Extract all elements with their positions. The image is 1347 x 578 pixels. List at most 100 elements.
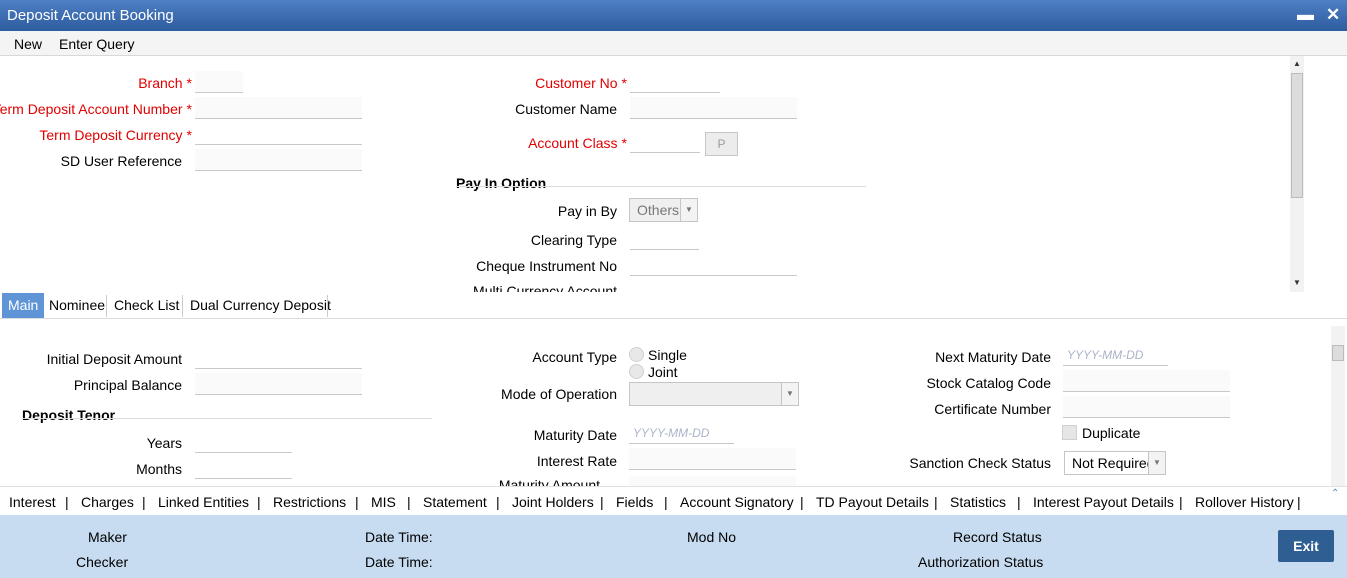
link-restrictions[interactable]: Restrictions <box>273 494 346 510</box>
link-separator: | <box>800 494 804 510</box>
clipped-row: Multi Currency Account <box>0 282 1290 292</box>
cheque-instrument-no-field[interactable] <box>630 254 797 276</box>
sanction-check-status-label: Sanction Check Status <box>909 455 1051 471</box>
initial-deposit-amount-field[interactable] <box>195 347 362 369</box>
customer-name-field[interactable] <box>630 97 797 119</box>
title-bar: Deposit Account Booking ▬ ✕ <box>0 0 1347 31</box>
tab-bar: Main Nominee Check List Dual Currency De… <box>0 293 1347 319</box>
mod-no-label: Mod No <box>687 529 737 545</box>
maker-date-time-label: Date Time: <box>365 529 433 545</box>
stock-catalog-code-field[interactable] <box>1063 370 1230 392</box>
account-class-field[interactable] <box>630 131 700 153</box>
link-statistics[interactable]: Statistics <box>950 494 1006 510</box>
scroll-thumb[interactable] <box>1332 345 1344 361</box>
link-joint-holders[interactable]: Joint Holders <box>512 494 594 510</box>
subsystem-links-bar: Interest | Charges | Linked Entities | R… <box>0 486 1347 515</box>
account-type-label: Account Type <box>532 349 617 365</box>
deposit-tenor-section: Deposit Tenor <box>22 407 116 423</box>
link-interest[interactable]: Interest <box>9 494 56 510</box>
link-separator: | <box>142 494 146 510</box>
tab-main[interactable]: Main <box>2 293 45 318</box>
maturity-amount-field[interactable] <box>629 476 796 486</box>
link-separator: | <box>257 494 261 510</box>
td-currency-field[interactable] <box>195 123 362 145</box>
years-field[interactable] <box>195 431 292 453</box>
link-fields[interactable]: Fields <box>616 494 653 510</box>
link-separator: | <box>1017 494 1021 510</box>
link-statement[interactable]: Statement <box>423 494 487 510</box>
tab-dual-currency-deposit[interactable]: Dual Currency Deposit <box>184 293 337 318</box>
joint-radio-label: Joint <box>648 364 678 380</box>
cheque-instrument-no-label: Cheque Instrument No <box>476 258 617 274</box>
main-scrollbar[interactable] <box>1331 326 1345 486</box>
maturity-date-field[interactable]: YYYY-MM-DD <box>629 422 734 444</box>
clearing-type-field[interactable] <box>630 228 699 250</box>
link-td-payout-details[interactable]: TD Payout Details <box>816 494 929 510</box>
customer-no-field[interactable] <box>630 71 720 93</box>
account-class-lov-button[interactable]: P <box>705 132 738 156</box>
link-account-signatory[interactable]: Account Signatory <box>680 494 794 510</box>
header-scrollbar[interactable]: ▲ ▼ <box>1290 56 1304 292</box>
next-maturity-date-field[interactable]: YYYY-MM-DD <box>1063 344 1168 366</box>
duplicate-label: Duplicate <box>1082 425 1141 441</box>
tab-separator <box>106 295 107 317</box>
certificate-number-label: Certificate Number <box>934 401 1051 417</box>
collapse-up-icon[interactable]: ⌃ <box>1331 488 1339 499</box>
close-icon[interactable]: ✕ <box>1326 5 1340 25</box>
exit-button[interactable]: Exit <box>1278 530 1334 562</box>
section-divider <box>456 186 866 187</box>
scroll-down-icon[interactable]: ▼ <box>1290 278 1304 287</box>
enter-query-menu-item[interactable]: Enter Query <box>59 36 134 52</box>
td-currency-label: Term Deposit Currency * <box>39 127 192 143</box>
tab-check-list[interactable]: Check List <box>108 293 185 318</box>
record-status-label: Record Status <box>953 529 1042 545</box>
tab-separator <box>182 295 183 317</box>
td-account-number-field[interactable] <box>195 97 362 119</box>
duplicate-checkbox[interactable] <box>1062 425 1077 440</box>
chevron-down-icon: ▼ <box>781 383 798 405</box>
new-menu-item[interactable]: New <box>14 36 42 52</box>
joint-radio[interactable] <box>629 364 644 379</box>
multi-currency-account-label: Multi Currency Account <box>473 283 617 292</box>
link-separator: | <box>65 494 69 510</box>
next-maturity-date-label: Next Maturity Date <box>935 349 1051 365</box>
link-separator: | <box>1297 494 1301 510</box>
checker-label: Checker <box>76 554 129 570</box>
scroll-thumb[interactable] <box>1291 73 1303 198</box>
mode-of-operation-select[interactable]: ▼ <box>629 382 799 406</box>
interest-rate-label: Interest Rate <box>536 453 617 469</box>
sd-user-reference-field[interactable] <box>195 149 362 171</box>
link-separator: | <box>600 494 604 510</box>
maturity-date-label: Maturity Date <box>533 427 617 443</box>
principal-balance-field[interactable] <box>195 373 362 395</box>
single-radio[interactable] <box>629 347 644 362</box>
pay-in-by-label: Pay in By <box>557 203 617 219</box>
checker-date-time-label: Date Time: <box>365 554 433 570</box>
chevron-down-icon: ▼ <box>1148 452 1165 474</box>
sd-user-reference-label: SD User Reference <box>60 153 182 169</box>
tab-nominee[interactable]: Nominee <box>43 293 111 318</box>
months-label: Months <box>136 461 182 477</box>
pay-in-by-select[interactable]: Others ▼ <box>629 198 698 222</box>
link-interest-payout-details[interactable]: Interest Payout Details <box>1033 494 1174 510</box>
link-mis[interactable]: MIS <box>371 494 396 510</box>
years-label: Years <box>146 435 182 451</box>
section-divider <box>22 418 432 419</box>
pay-in-option-section: Pay In Option <box>456 175 547 191</box>
branch-field[interactable] <box>195 71 243 93</box>
certificate-number-field[interactable] <box>1063 396 1230 418</box>
maturity-amount-label: Maturity Amount <box>498 477 600 486</box>
principal-balance-label: Principal Balance <box>73 377 182 393</box>
minimize-icon[interactable]: ▬ <box>1297 5 1314 25</box>
interest-rate-field[interactable] <box>629 448 796 470</box>
customer-name-label: Customer Name <box>515 101 617 117</box>
single-radio-label: Single <box>648 347 687 363</box>
link-rollover-history[interactable]: Rollover History <box>1195 494 1294 510</box>
sanction-check-status-select[interactable]: Not Required ▼ <box>1064 451 1166 475</box>
link-separator: | <box>664 494 668 510</box>
initial-deposit-amount-label: Initial Deposit Amount <box>46 351 182 367</box>
link-linked-entities[interactable]: Linked Entities <box>158 494 249 510</box>
link-charges[interactable]: Charges <box>81 494 134 510</box>
scroll-up-icon[interactable]: ▲ <box>1290 59 1304 68</box>
window-title: Deposit Account Booking <box>7 7 174 24</box>
